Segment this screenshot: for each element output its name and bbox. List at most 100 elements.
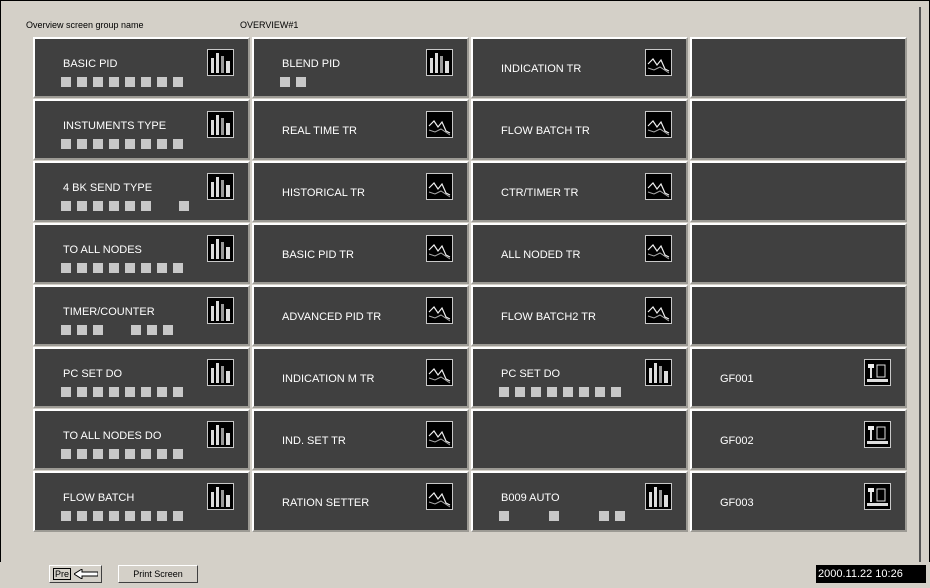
status-indicator bbox=[77, 77, 87, 87]
overview-panel-p22[interactable]: CTR/TIMER TR bbox=[471, 161, 688, 222]
panel-label: RATION SETTER bbox=[282, 497, 370, 509]
bar-chart-icon[interactable] bbox=[207, 421, 234, 448]
status-indicator bbox=[109, 387, 119, 397]
overview-panel-p60[interactable]: TO ALL NODES DO bbox=[33, 409, 250, 470]
status-indicator bbox=[157, 449, 167, 459]
bar-chart-icon[interactable] bbox=[207, 483, 234, 510]
graphic-icon[interactable] bbox=[864, 359, 891, 386]
overview-panel-p61[interactable]: IND. SET TR bbox=[252, 409, 469, 470]
bar-chart-icon[interactable] bbox=[207, 49, 234, 76]
trend-icon[interactable] bbox=[426, 421, 453, 448]
status-indicator bbox=[93, 263, 103, 273]
overview-panel-p40[interactable]: TIMER/COUNTER bbox=[33, 285, 250, 346]
panel-label: REAL TIME TR bbox=[282, 125, 357, 137]
overview-panel-p12[interactable]: FLOW BATCH TR bbox=[471, 99, 688, 160]
status-indicator bbox=[61, 325, 71, 335]
overview-panel-p71[interactable]: RATION SETTER bbox=[252, 471, 469, 532]
trend-icon[interactable] bbox=[645, 235, 672, 262]
status-indicator bbox=[131, 325, 141, 335]
overview-panel-p32[interactable]: ALL NODED TR bbox=[471, 223, 688, 284]
status-indicator bbox=[125, 263, 135, 273]
bar-chart-icon[interactable] bbox=[645, 483, 672, 510]
status-indicator bbox=[77, 449, 87, 459]
pre-button[interactable]: Pre bbox=[49, 565, 102, 583]
overview-panel-p13 bbox=[690, 99, 907, 160]
trend-icon[interactable] bbox=[645, 49, 672, 76]
trend-icon[interactable] bbox=[426, 235, 453, 262]
panel-label: INDICATION M TR bbox=[282, 373, 375, 385]
status-indicator bbox=[547, 387, 557, 397]
status-bar: Pre Print Screen 2000.11.22 10:26 bbox=[0, 562, 930, 588]
overview-panel-p30[interactable]: TO ALL NODES bbox=[33, 223, 250, 284]
graphic-icon[interactable] bbox=[864, 483, 891, 510]
bar-chart-icon[interactable] bbox=[645, 359, 672, 386]
trend-icon[interactable] bbox=[645, 111, 672, 138]
status-indicator bbox=[499, 511, 509, 521]
status-indicator bbox=[77, 325, 87, 335]
status-indicator bbox=[61, 263, 71, 273]
trend-icon[interactable] bbox=[645, 297, 672, 324]
overview-panel-p62 bbox=[471, 409, 688, 470]
status-indicator bbox=[61, 387, 71, 397]
overview-panel-p73[interactable]: GF003 bbox=[690, 471, 907, 532]
trend-icon[interactable] bbox=[645, 173, 672, 200]
bar-chart-icon[interactable] bbox=[207, 297, 234, 324]
status-indicator bbox=[173, 511, 183, 521]
status-indicator bbox=[173, 263, 183, 273]
overview-panel-p51[interactable]: INDICATION M TR bbox=[252, 347, 469, 408]
overview-grid: BASIC PID BLEND PID INDICATION TR INSTUMENT… bbox=[33, 37, 909, 532]
status-indicator bbox=[611, 387, 621, 397]
status-indicator bbox=[125, 139, 135, 149]
overview-panel-p02[interactable]: INDICATION TR bbox=[471, 37, 688, 98]
bar-chart-icon[interactable] bbox=[207, 111, 234, 138]
status-indicator bbox=[125, 77, 135, 87]
panel-label: HISTORICAL TR bbox=[282, 187, 365, 199]
overview-panel-p01[interactable]: BLEND PID bbox=[252, 37, 469, 98]
overview-panel-p70[interactable]: FLOW BATCH bbox=[33, 471, 250, 532]
datetime-display: 2000.11.22 10:26 bbox=[816, 565, 926, 583]
status-indicator bbox=[93, 387, 103, 397]
status-indicator bbox=[141, 77, 151, 87]
back-arrow-icon bbox=[73, 568, 99, 581]
bar-chart-icon[interactable] bbox=[426, 49, 453, 76]
overview-panel-p10[interactable]: INSTUMENTS TYPE bbox=[33, 99, 250, 160]
overview-panel-p23 bbox=[690, 161, 907, 222]
trend-icon[interactable] bbox=[426, 359, 453, 386]
overview-panel-p20[interactable]: 4 BK SEND TYPE bbox=[33, 161, 250, 222]
status-indicator bbox=[125, 449, 135, 459]
overview-panel-p03 bbox=[690, 37, 907, 98]
overview-panel-p43 bbox=[690, 285, 907, 346]
overview-panel-p00[interactable]: BASIC PID bbox=[33, 37, 250, 98]
status-indicator bbox=[173, 77, 183, 87]
overview-panel-p11[interactable]: REAL TIME TR bbox=[252, 99, 469, 160]
status-indicator bbox=[61, 201, 71, 211]
status-indicator bbox=[549, 511, 559, 521]
overview-panel-p53[interactable]: GF001 bbox=[690, 347, 907, 408]
trend-icon[interactable] bbox=[426, 173, 453, 200]
trend-icon[interactable] bbox=[426, 483, 453, 510]
bar-chart-icon[interactable] bbox=[207, 235, 234, 262]
status-indicator bbox=[579, 387, 589, 397]
status-indicator bbox=[173, 387, 183, 397]
print-screen-button[interactable]: Print Screen bbox=[118, 565, 198, 583]
overview-panel-p21[interactable]: HISTORICAL TR bbox=[252, 161, 469, 222]
trend-icon[interactable] bbox=[426, 297, 453, 324]
group-name-label: Overview screen group name bbox=[26, 20, 144, 30]
overview-panel-p72[interactable]: B009 AUTO bbox=[471, 471, 688, 532]
overview-panel-p52[interactable]: PC SET DO bbox=[471, 347, 688, 408]
trend-icon[interactable] bbox=[426, 111, 453, 138]
status-indicator bbox=[141, 387, 151, 397]
overview-panel-p63[interactable]: GF002 bbox=[690, 409, 907, 470]
panel-label: PC SET DO bbox=[501, 368, 561, 380]
status-indicator bbox=[93, 201, 103, 211]
status-indicator bbox=[77, 201, 87, 211]
bar-chart-icon[interactable] bbox=[207, 173, 234, 200]
overview-panel-p50[interactable]: PC SET DO bbox=[33, 347, 250, 408]
overview-panel-p41[interactable]: ADVANCED PID TR bbox=[252, 285, 469, 346]
overview-panel-p42[interactable]: FLOW BATCH2 TR bbox=[471, 285, 688, 346]
bar-chart-icon[interactable] bbox=[207, 359, 234, 386]
status-indicator bbox=[615, 511, 625, 521]
status-indicator bbox=[109, 201, 119, 211]
overview-panel-p31[interactable]: BASIC PID TR bbox=[252, 223, 469, 284]
graphic-icon[interactable] bbox=[864, 421, 891, 448]
